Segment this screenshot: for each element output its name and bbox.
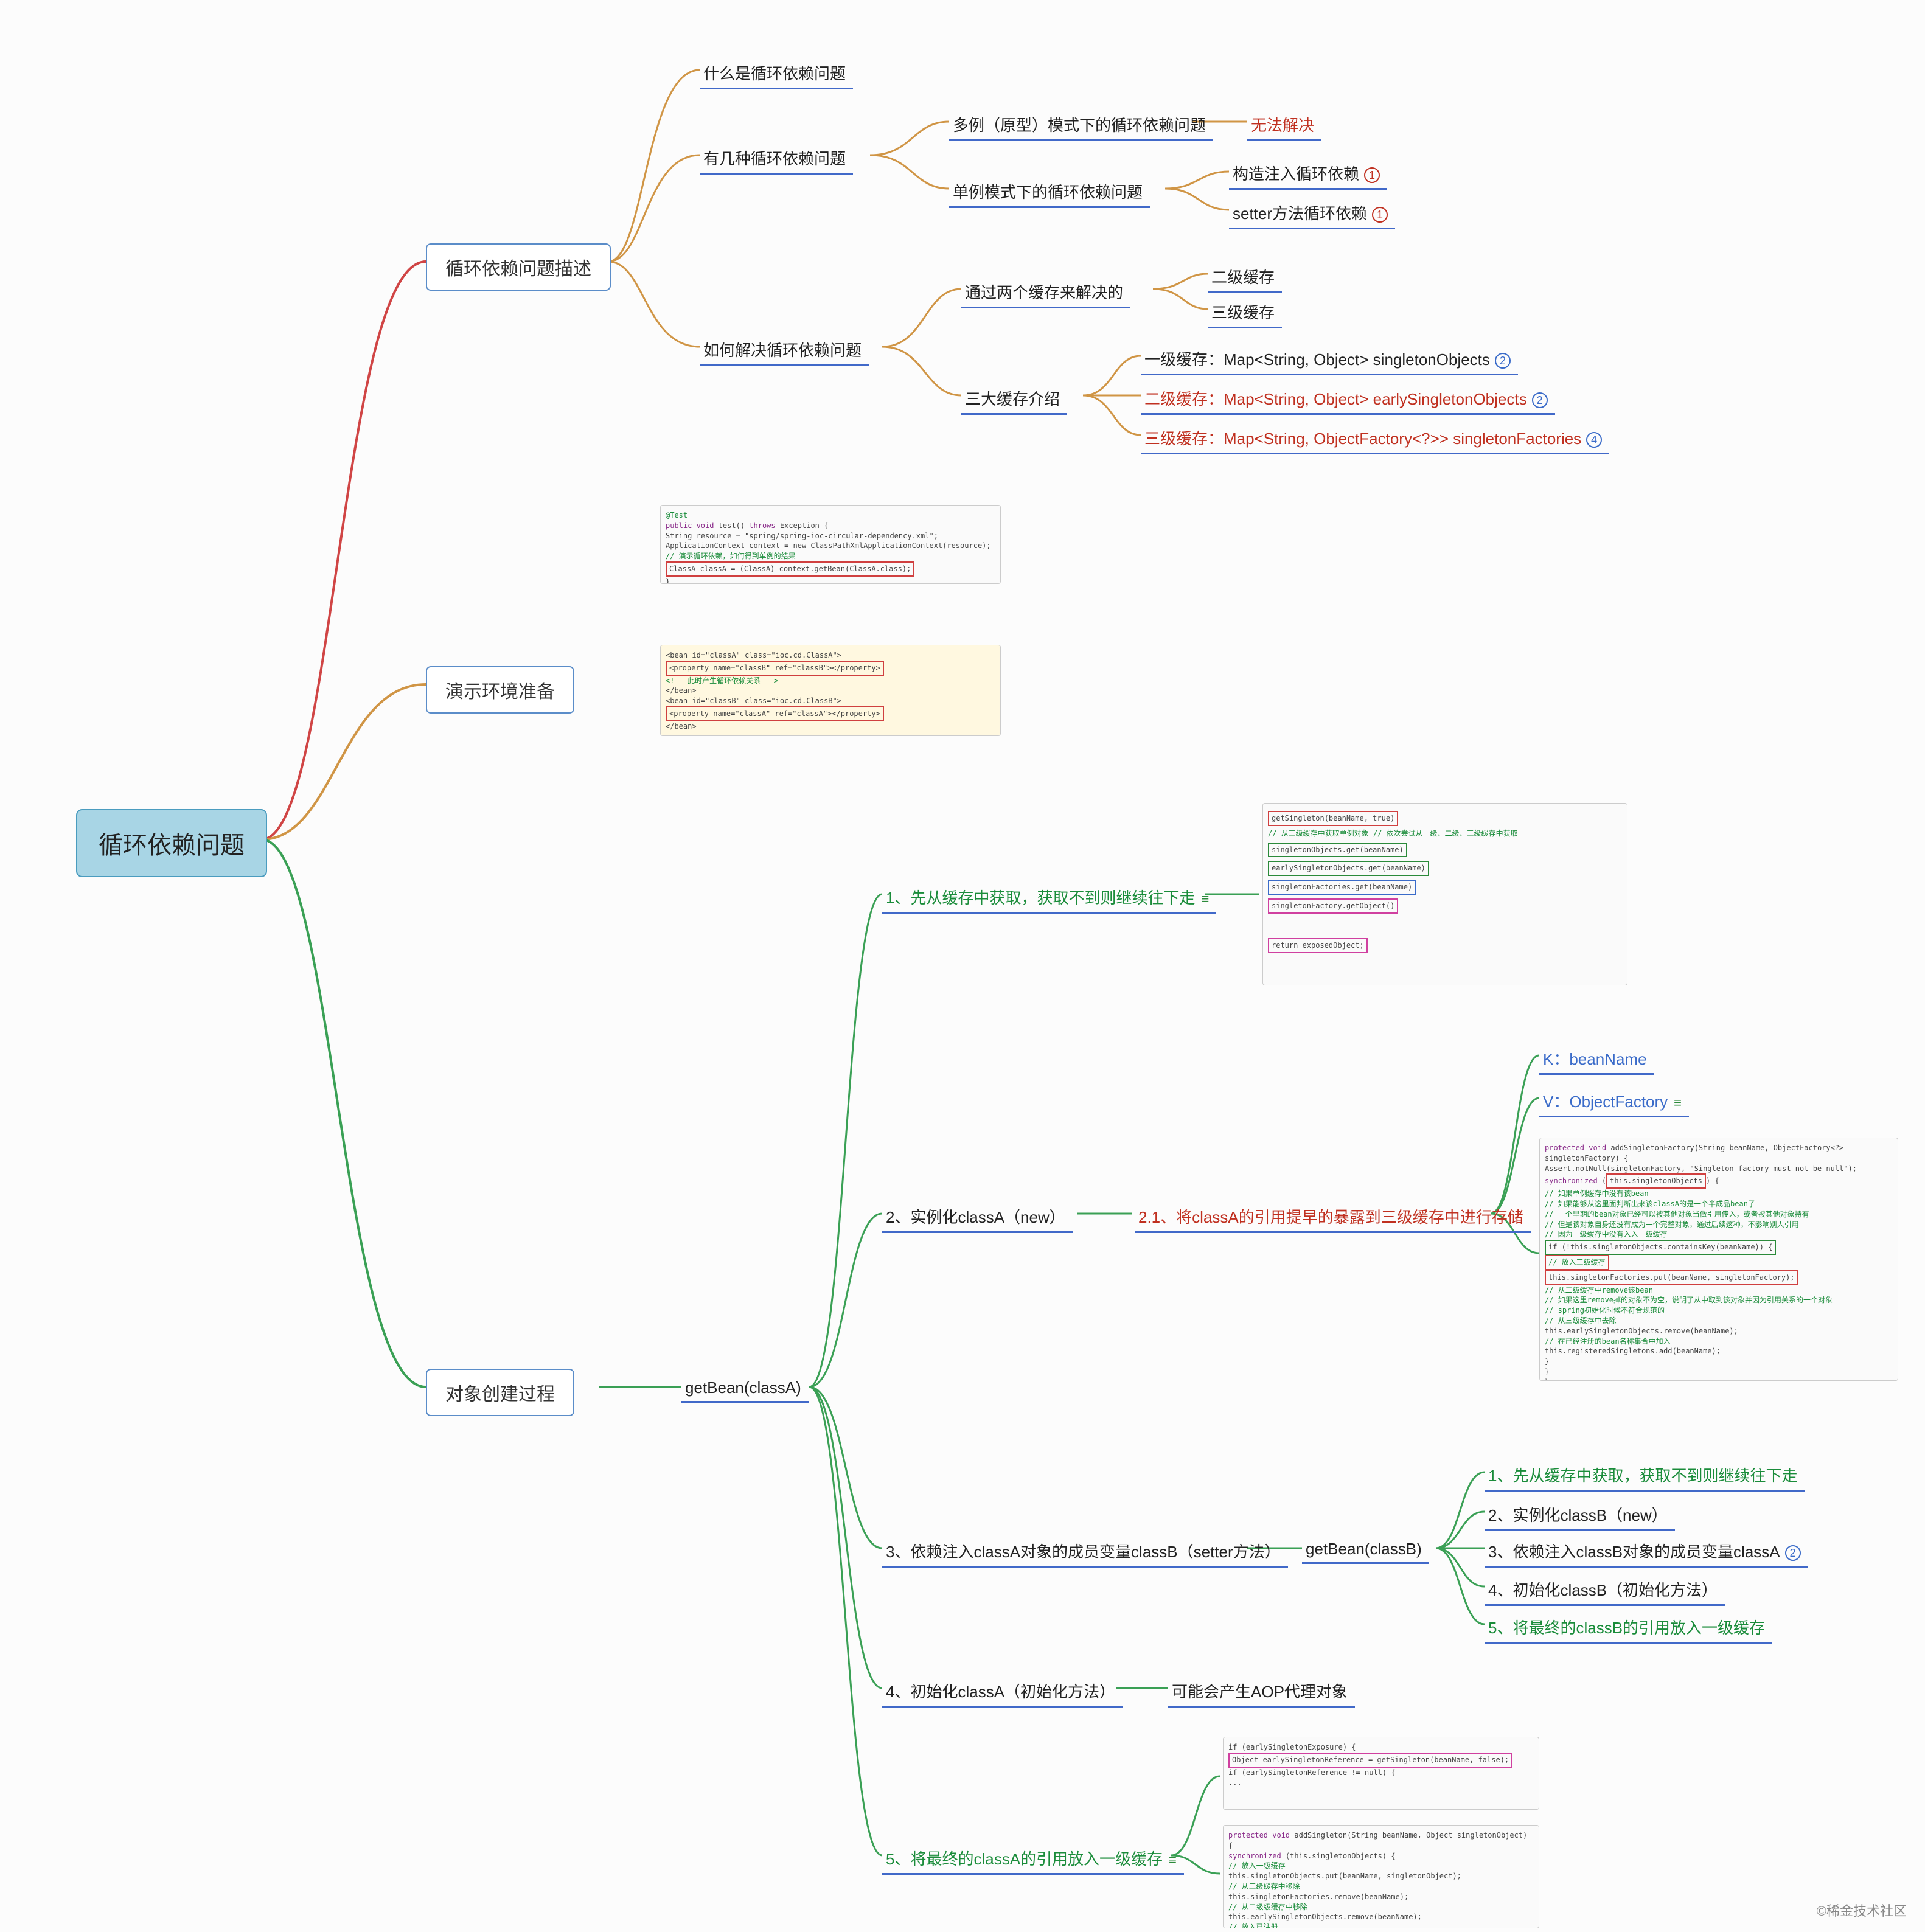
leaf-types[interactable]: 有几种循环依赖问题 xyxy=(700,143,853,175)
leaf-s3-2[interactable]: 2、实例化classB（new） xyxy=(1485,1499,1675,1531)
code-env-xml: <bean id="classA" class="ioc.cd.ClassA">… xyxy=(660,645,1001,736)
leaf-singleton[interactable]: 单例模式下的循环依赖问题 xyxy=(949,176,1150,208)
leaf-step3[interactable]: 3、依赖注入classA对象的成员变量classB（setter方法） xyxy=(882,1536,1288,1568)
note-icon: ≡ xyxy=(1201,891,1209,907)
leaf-s4-1[interactable]: 可能会产生AOP代理对象 xyxy=(1168,1676,1355,1708)
leaf-getBean-B[interactable]: getBean(classB) xyxy=(1302,1536,1429,1564)
branch-desc[interactable]: 循环依赖问题描述 xyxy=(426,243,611,291)
leaf-constructor-inj[interactable]: 构造注入循环依赖1 xyxy=(1229,158,1387,190)
leaf-s3-5[interactable]: 5、将最终的classB的引用放入一级缓存 xyxy=(1485,1612,1772,1644)
leaf-s3-4[interactable]: 4、初始化classB（初始化方法） xyxy=(1485,1574,1725,1606)
badge-1b: 1 xyxy=(1372,207,1388,223)
leaf-v-objfactory[interactable]: V：ObjectFactory≡ xyxy=(1539,1086,1689,1117)
badge-2b: 2 xyxy=(1532,392,1548,408)
code-step5: protected void addSingleton(String beanN… xyxy=(1223,1825,1539,1928)
leaf-getBean-A[interactable]: getBean(classA) xyxy=(681,1375,809,1403)
code-step5-pre: if (earlySingletonExposure) { Object ear… xyxy=(1223,1737,1539,1810)
leaf-cache-l3[interactable]: 三级缓存：Map<String, ObjectFactory<?>> singl… xyxy=(1141,423,1609,454)
leaf-s3-1[interactable]: 1、先从缓存中获取，获取不到则继续往下走 xyxy=(1485,1460,1805,1492)
leaf-prototype[interactable]: 多例（原型）模式下的循环依赖问题 xyxy=(949,109,1213,141)
leaf-how-solve[interactable]: 如何解决循环依赖问题 xyxy=(700,335,869,366)
leaf-k-beanname[interactable]: K：beanName xyxy=(1539,1043,1654,1075)
watermark: ©稀金技术社区 xyxy=(1817,1900,1907,1920)
leaf-step2-1[interactable]: 2.1、将classA的引用提早的暴露到三级缓存中进行存储 xyxy=(1135,1201,1531,1233)
leaf-step1[interactable]: 1、先从缓存中获取，获取不到则继续往下走≡ xyxy=(882,882,1216,914)
leaf-unable[interactable]: 无法解决 xyxy=(1247,109,1321,141)
note-icon-3: ≡ xyxy=(1169,1852,1177,1868)
leaf-level2-cache[interactable]: 二级缓存 xyxy=(1208,262,1282,293)
badge-4: 4 xyxy=(1586,432,1602,448)
leaf-step2[interactable]: 2、实例化classA（new） xyxy=(882,1201,1073,1233)
code-env-java: @Test public void test() throws Exceptio… xyxy=(660,505,1001,584)
leaf-cache-l2[interactable]: 二级缓存：Map<String, Object> earlySingletonO… xyxy=(1141,383,1555,415)
leaf-two-cache[interactable]: 通过两个缓存来解决的 xyxy=(961,277,1130,308)
note-icon-2: ≡ xyxy=(1674,1095,1682,1111)
branch-create[interactable]: 对象创建过程 xyxy=(426,1369,574,1416)
leaf-setter-inj[interactable]: setter方法循环依赖1 xyxy=(1229,198,1395,229)
badge-2c: 2 xyxy=(1785,1545,1801,1561)
leaf-step5[interactable]: 5、将最终的classA的引用放入一级缓存≡ xyxy=(882,1843,1184,1875)
leaf-s3-3[interactable]: 3、依赖注入classB对象的成员变量classA2 xyxy=(1485,1536,1808,1568)
leaf-step4[interactable]: 4、初始化classA（初始化方法） xyxy=(882,1676,1123,1708)
leaf-level3-cache[interactable]: 三级缓存 xyxy=(1208,297,1282,328)
leaf-cache-l1[interactable]: 一级缓存：Map<String, Object> singletonObject… xyxy=(1141,344,1518,375)
badge-2a: 2 xyxy=(1495,353,1511,369)
root-node[interactable]: 循环依赖问题 xyxy=(76,809,267,877)
leaf-three-cache-intro[interactable]: 三大缓存介绍 xyxy=(961,383,1067,415)
code-step2: protected void addSingletonFactory(Strin… xyxy=(1539,1138,1898,1381)
branch-env[interactable]: 演示环境准备 xyxy=(426,666,574,714)
leaf-what-is[interactable]: 什么是循环依赖问题 xyxy=(700,58,853,89)
badge-1a: 1 xyxy=(1364,167,1380,183)
code-step1: getSingleton(beanName, true) // 从三级缓存中获取… xyxy=(1262,803,1627,985)
